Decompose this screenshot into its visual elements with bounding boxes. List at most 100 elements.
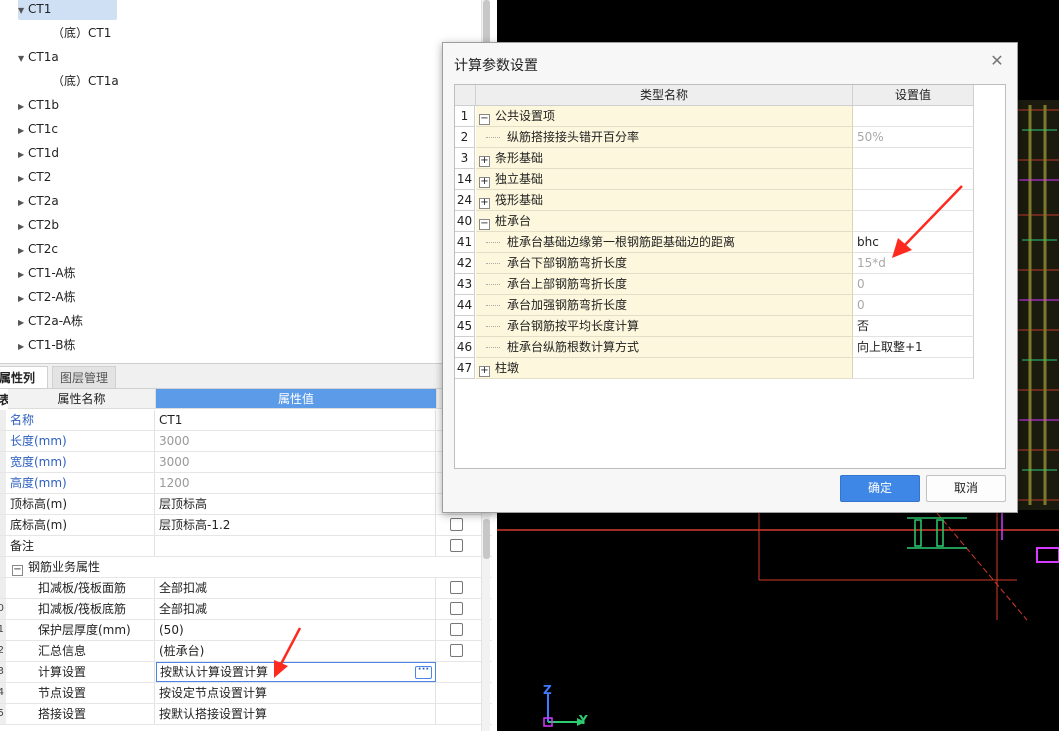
chevron-right-icon[interactable]: ▶ [18, 192, 28, 214]
settings-row[interactable]: 42 承台下部钢筋弯折长度 15*d [455, 253, 974, 274]
expand-icon[interactable]: + [479, 177, 490, 188]
expand-icon[interactable]: + [479, 198, 490, 209]
settings-row-value[interactable]: 向上取整+1 [853, 337, 974, 358]
close-icon[interactable]: ✕ [989, 53, 1005, 69]
tree-item[interactable]: ▶ CT2c [18, 238, 58, 260]
public-checkbox[interactable] [450, 644, 463, 657]
settings-row-value[interactable] [853, 106, 974, 127]
chevron-down-icon[interactable]: ▼ [18, 0, 28, 22]
ok-button[interactable]: 确定 [840, 475, 920, 502]
tree-item[interactable]: ▶ CT1-A栋 [18, 262, 76, 284]
tree-item[interactable]: ▶ CT2a-A栋 [18, 310, 83, 332]
property-row[interactable]: 扣减板/筏板面筋 全部扣减 [0, 578, 492, 599]
property-row[interactable]: 高度(mm) 1200 [0, 473, 492, 494]
settings-row-value[interactable] [853, 190, 974, 211]
property-value[interactable]: (50) [156, 620, 436, 640]
property-value[interactable]: 层顶标高-1.2 [156, 515, 436, 535]
tree-item[interactable]: ▶ CT2 [18, 166, 51, 188]
ellipsis-button[interactable]: ··· [415, 665, 432, 679]
property-value[interactable]: CT1 [156, 410, 436, 430]
property-row[interactable]: 0 扣减板/筏板底筋 全部扣减 [0, 599, 492, 620]
tab-layer-management[interactable]: 图层管理 [52, 366, 116, 388]
property-value[interactable] [156, 536, 436, 556]
settings-row-value[interactable] [853, 358, 974, 379]
property-value[interactable]: 1200 [156, 473, 436, 493]
cancel-button[interactable]: 取消 [926, 475, 1006, 502]
collapse-icon[interactable]: − [12, 565, 23, 576]
property-value[interactable]: 全部扣减 [156, 599, 436, 619]
property-value[interactable]: (桩承台) [156, 641, 436, 661]
tree-item[interactable]: ▶ CT1d [18, 142, 59, 164]
chevron-right-icon[interactable]: ▶ [18, 336, 28, 358]
property-value[interactable]: 3000 [156, 452, 436, 472]
tree-item[interactable]: ▶ CT1c [18, 118, 58, 140]
property-row[interactable]: 4 节点设置 按设定节点设置计算 [0, 683, 492, 704]
settings-row[interactable]: 47 + 柱墩 [455, 358, 974, 379]
chevron-right-icon[interactable]: ▶ [18, 96, 28, 118]
expand-icon[interactable]: + [479, 156, 490, 167]
tab-property-list[interactable]: 属性列表 [0, 366, 48, 407]
property-row[interactable]: 1 保护层厚度(mm) (50) [0, 620, 492, 641]
property-row[interactable]: 长度(mm) 3000 [0, 431, 492, 452]
collapse-icon[interactable]: − [479, 114, 490, 125]
settings-row[interactable]: 14 + 独立基础 [455, 169, 974, 190]
tree-item[interactable]: ▶ CT2b [18, 214, 59, 236]
property-value[interactable]: 全部扣减 [156, 578, 436, 598]
property-row[interactable]: 3 计算设置 按默认计算设置计算 ··· [0, 662, 492, 683]
chevron-right-icon[interactable]: ▶ [18, 144, 28, 166]
settings-row-value[interactable]: 0 [853, 274, 974, 295]
public-checkbox[interactable] [450, 623, 463, 636]
property-value[interactable]: 3000 [156, 431, 436, 451]
chevron-right-icon[interactable]: ▶ [18, 120, 28, 142]
chevron-right-icon[interactable]: ▶ [18, 168, 28, 190]
tree-item[interactable]: （底）CT1a [52, 70, 119, 92]
tree-item[interactable]: （底）CT1 [52, 22, 111, 44]
tree-item[interactable]: ▼ CT1a [18, 46, 59, 68]
settings-row-value[interactable]: 否 [853, 316, 974, 337]
property-row[interactable]: 备注 [0, 536, 492, 557]
public-checkbox[interactable] [450, 539, 463, 552]
settings-row-value[interactable] [853, 169, 974, 190]
chevron-right-icon[interactable]: ▶ [18, 312, 28, 334]
collapse-icon[interactable]: − [479, 219, 490, 230]
chevron-right-icon[interactable]: ▶ [18, 264, 28, 286]
property-row[interactable]: 宽度(mm) 3000 [0, 452, 492, 473]
expand-icon[interactable]: + [479, 366, 490, 377]
tree-item[interactable]: ▶ CT2-A栋 [18, 286, 76, 308]
property-scrollbar-thumb[interactable] [483, 519, 490, 559]
property-value[interactable]: 按设定节点设置计算 [156, 683, 436, 703]
settings-row[interactable]: 45 承台钢筋按平均长度计算 否 [455, 316, 974, 337]
chevron-right-icon[interactable]: ▶ [18, 288, 28, 310]
settings-row[interactable]: 46 桩承台纵筋根数计算方式 向上取整+1 [455, 337, 974, 358]
settings-row-value[interactable] [853, 211, 974, 232]
chevron-right-icon[interactable]: ▶ [18, 240, 28, 262]
settings-row[interactable]: 41 桩承台基础边缘第一根钢筋距基础边的距离 bhc [455, 232, 974, 253]
property-row[interactable]: 2 汇总信息 (桩承台) [0, 641, 492, 662]
settings-row[interactable]: 40− 桩承台 [455, 211, 974, 232]
property-value[interactable]: 按默认搭接设置计算 [156, 704, 436, 724]
property-row[interactable]: − 钢筋业务属性 [0, 557, 492, 578]
settings-row-value[interactable]: bhc [853, 232, 974, 253]
public-checkbox[interactable] [450, 581, 463, 594]
property-row[interactable]: 5 搭接设置 按默认搭接设置计算 [0, 704, 492, 725]
public-checkbox[interactable] [450, 518, 463, 531]
settings-row[interactable]: 24 + 筏形基础 [455, 190, 974, 211]
property-row[interactable]: 顶标高(m) 层顶标高 [0, 494, 492, 515]
settings-row-value[interactable] [853, 148, 974, 169]
calc-setting-field[interactable]: 按默认计算设置计算 ··· [156, 662, 436, 682]
settings-row-value[interactable]: 50% [853, 127, 974, 148]
property-value[interactable]: 层顶标高 [156, 494, 436, 514]
settings-row-value[interactable]: 0 [853, 295, 974, 316]
property-row[interactable]: 底标高(m) 层顶标高-1.2 [0, 515, 492, 536]
tree-item[interactable]: ▶ CT2a [18, 190, 59, 212]
settings-row[interactable]: 3 + 条形基础 [455, 148, 974, 169]
public-checkbox[interactable] [450, 602, 463, 615]
property-row[interactable]: 名称 CT1 [0, 410, 492, 431]
settings-row[interactable]: 1− 公共设置项 [455, 106, 974, 127]
settings-row[interactable]: 44 承台加强钢筋弯折长度 0 [455, 295, 974, 316]
tree-item[interactable]: ▼ CT1 [18, 0, 117, 20]
chevron-right-icon[interactable]: ▶ [18, 216, 28, 238]
tree-item[interactable]: ▶ CT1b [18, 94, 59, 116]
tree-item[interactable]: ▶ CT1-B栋 [18, 334, 75, 356]
settings-row[interactable]: 2 纵筋搭接接头错开百分率 50% [455, 127, 974, 148]
